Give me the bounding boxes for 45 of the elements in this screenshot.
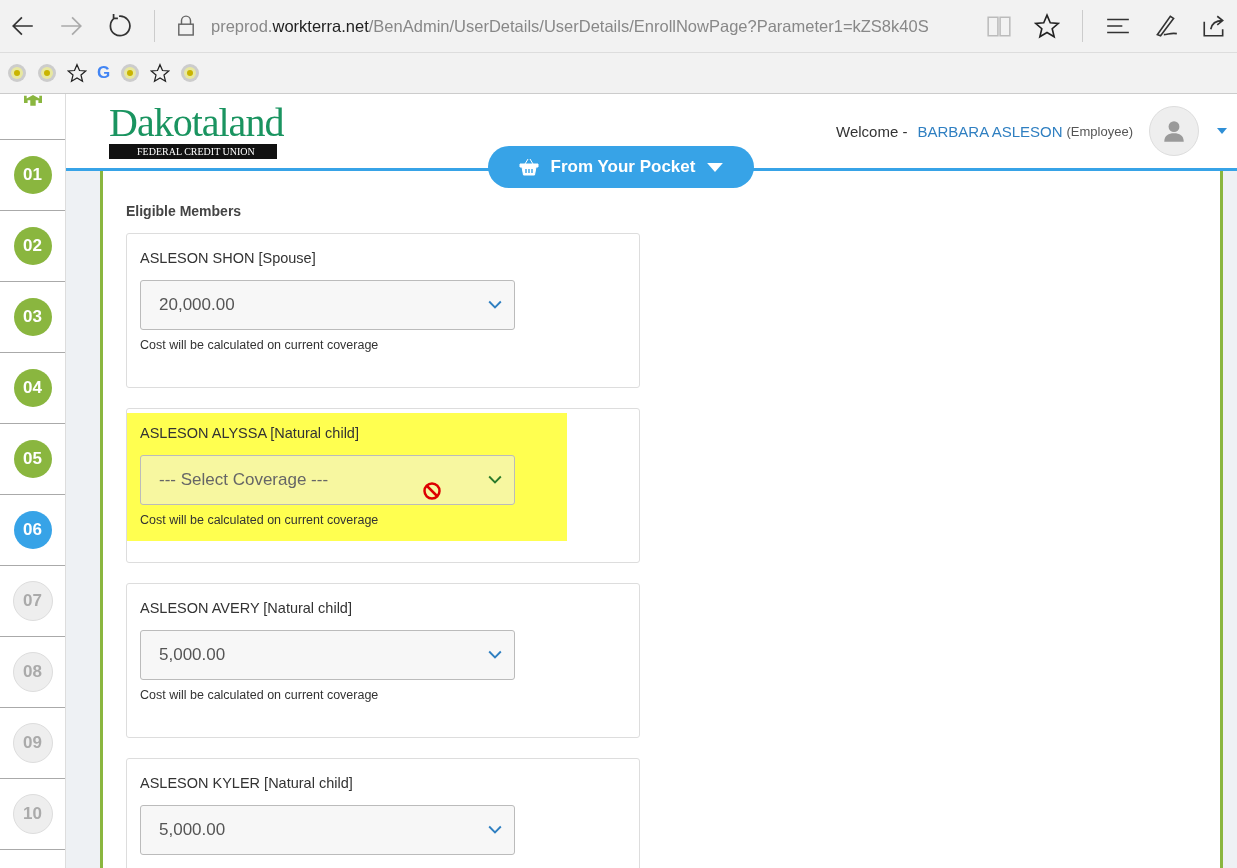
member-name: ASLESON KYLER [Natural child]: [140, 775, 354, 791]
step-number[interactable]: 05: [13, 440, 52, 478]
dakotaland-logo: Dakotaland FEDERAL CREDIT UNION: [109, 103, 284, 159]
pen-icon[interactable]: [1153, 13, 1179, 39]
cost-note: Cost will be calculated on current coverage: [140, 513, 380, 527]
cost-note: Cost will be calculated on current coverage: [140, 338, 380, 352]
site-icon[interactable]: [180, 63, 201, 83]
lock-icon: [177, 15, 195, 37]
step-number[interactable]: 01: [13, 156, 52, 194]
site-icon[interactable]: [37, 63, 57, 83]
step-number[interactable]: 10: [12, 794, 53, 834]
step-number[interactable]: 07: [12, 581, 53, 621]
cost-note: Cost will be calculated on current coverage: [140, 688, 380, 702]
welcome-text: Welcome -: [836, 122, 908, 140]
step-number[interactable]: 08: [12, 652, 53, 692]
basket-icon: [518, 158, 539, 176]
coverage-select[interactable]: 20,000.00: [140, 280, 515, 330]
member-name: ASLESON SHON [Spouse]: [140, 250, 317, 266]
chevron-down-icon: [488, 475, 502, 485]
member-name: ASLESON ALYSSA [Natural child]: [140, 425, 360, 441]
step-number[interactable]: 06: [13, 511, 52, 549]
step-number[interactable]: 09: [12, 723, 53, 763]
coverage-select[interactable]: --- Select Coverage ---: [140, 455, 515, 505]
site-icon[interactable]: [120, 63, 141, 83]
member-name: ASLESON AVERY [Natural child]: [140, 600, 353, 616]
chevron-down-icon: [488, 300, 502, 310]
avatar-icon[interactable]: [1149, 106, 1199, 156]
share-icon[interactable]: [1201, 13, 1227, 39]
section-dropdown-button[interactable]: From Your Pocket: [488, 146, 754, 188]
coverage-select[interactable]: 5,000.00: [140, 630, 515, 680]
star-icon[interactable]: [150, 63, 171, 83]
google-logo[interactable]: G: [97, 63, 111, 83]
user-name-link[interactable]: BARBARA ASLESON: [917, 122, 1063, 140]
chevron-down-icon: [488, 825, 502, 835]
coverage-select[interactable]: 5,000.00: [140, 805, 515, 855]
section-title: Eligible Members: [126, 203, 243, 219]
caret-icon[interactable]: [1217, 128, 1227, 134]
star-icon[interactable]: [67, 63, 87, 83]
user-role: (Employee): [1066, 123, 1133, 139]
step-number[interactable]: 02: [13, 227, 52, 265]
step-number[interactable]: 04: [13, 369, 52, 407]
chevron-down-icon: [488, 650, 502, 660]
star-icon[interactable]: [1034, 13, 1060, 39]
step-number[interactable]: 03: [13, 298, 52, 336]
site-icon[interactable]: [7, 63, 27, 83]
